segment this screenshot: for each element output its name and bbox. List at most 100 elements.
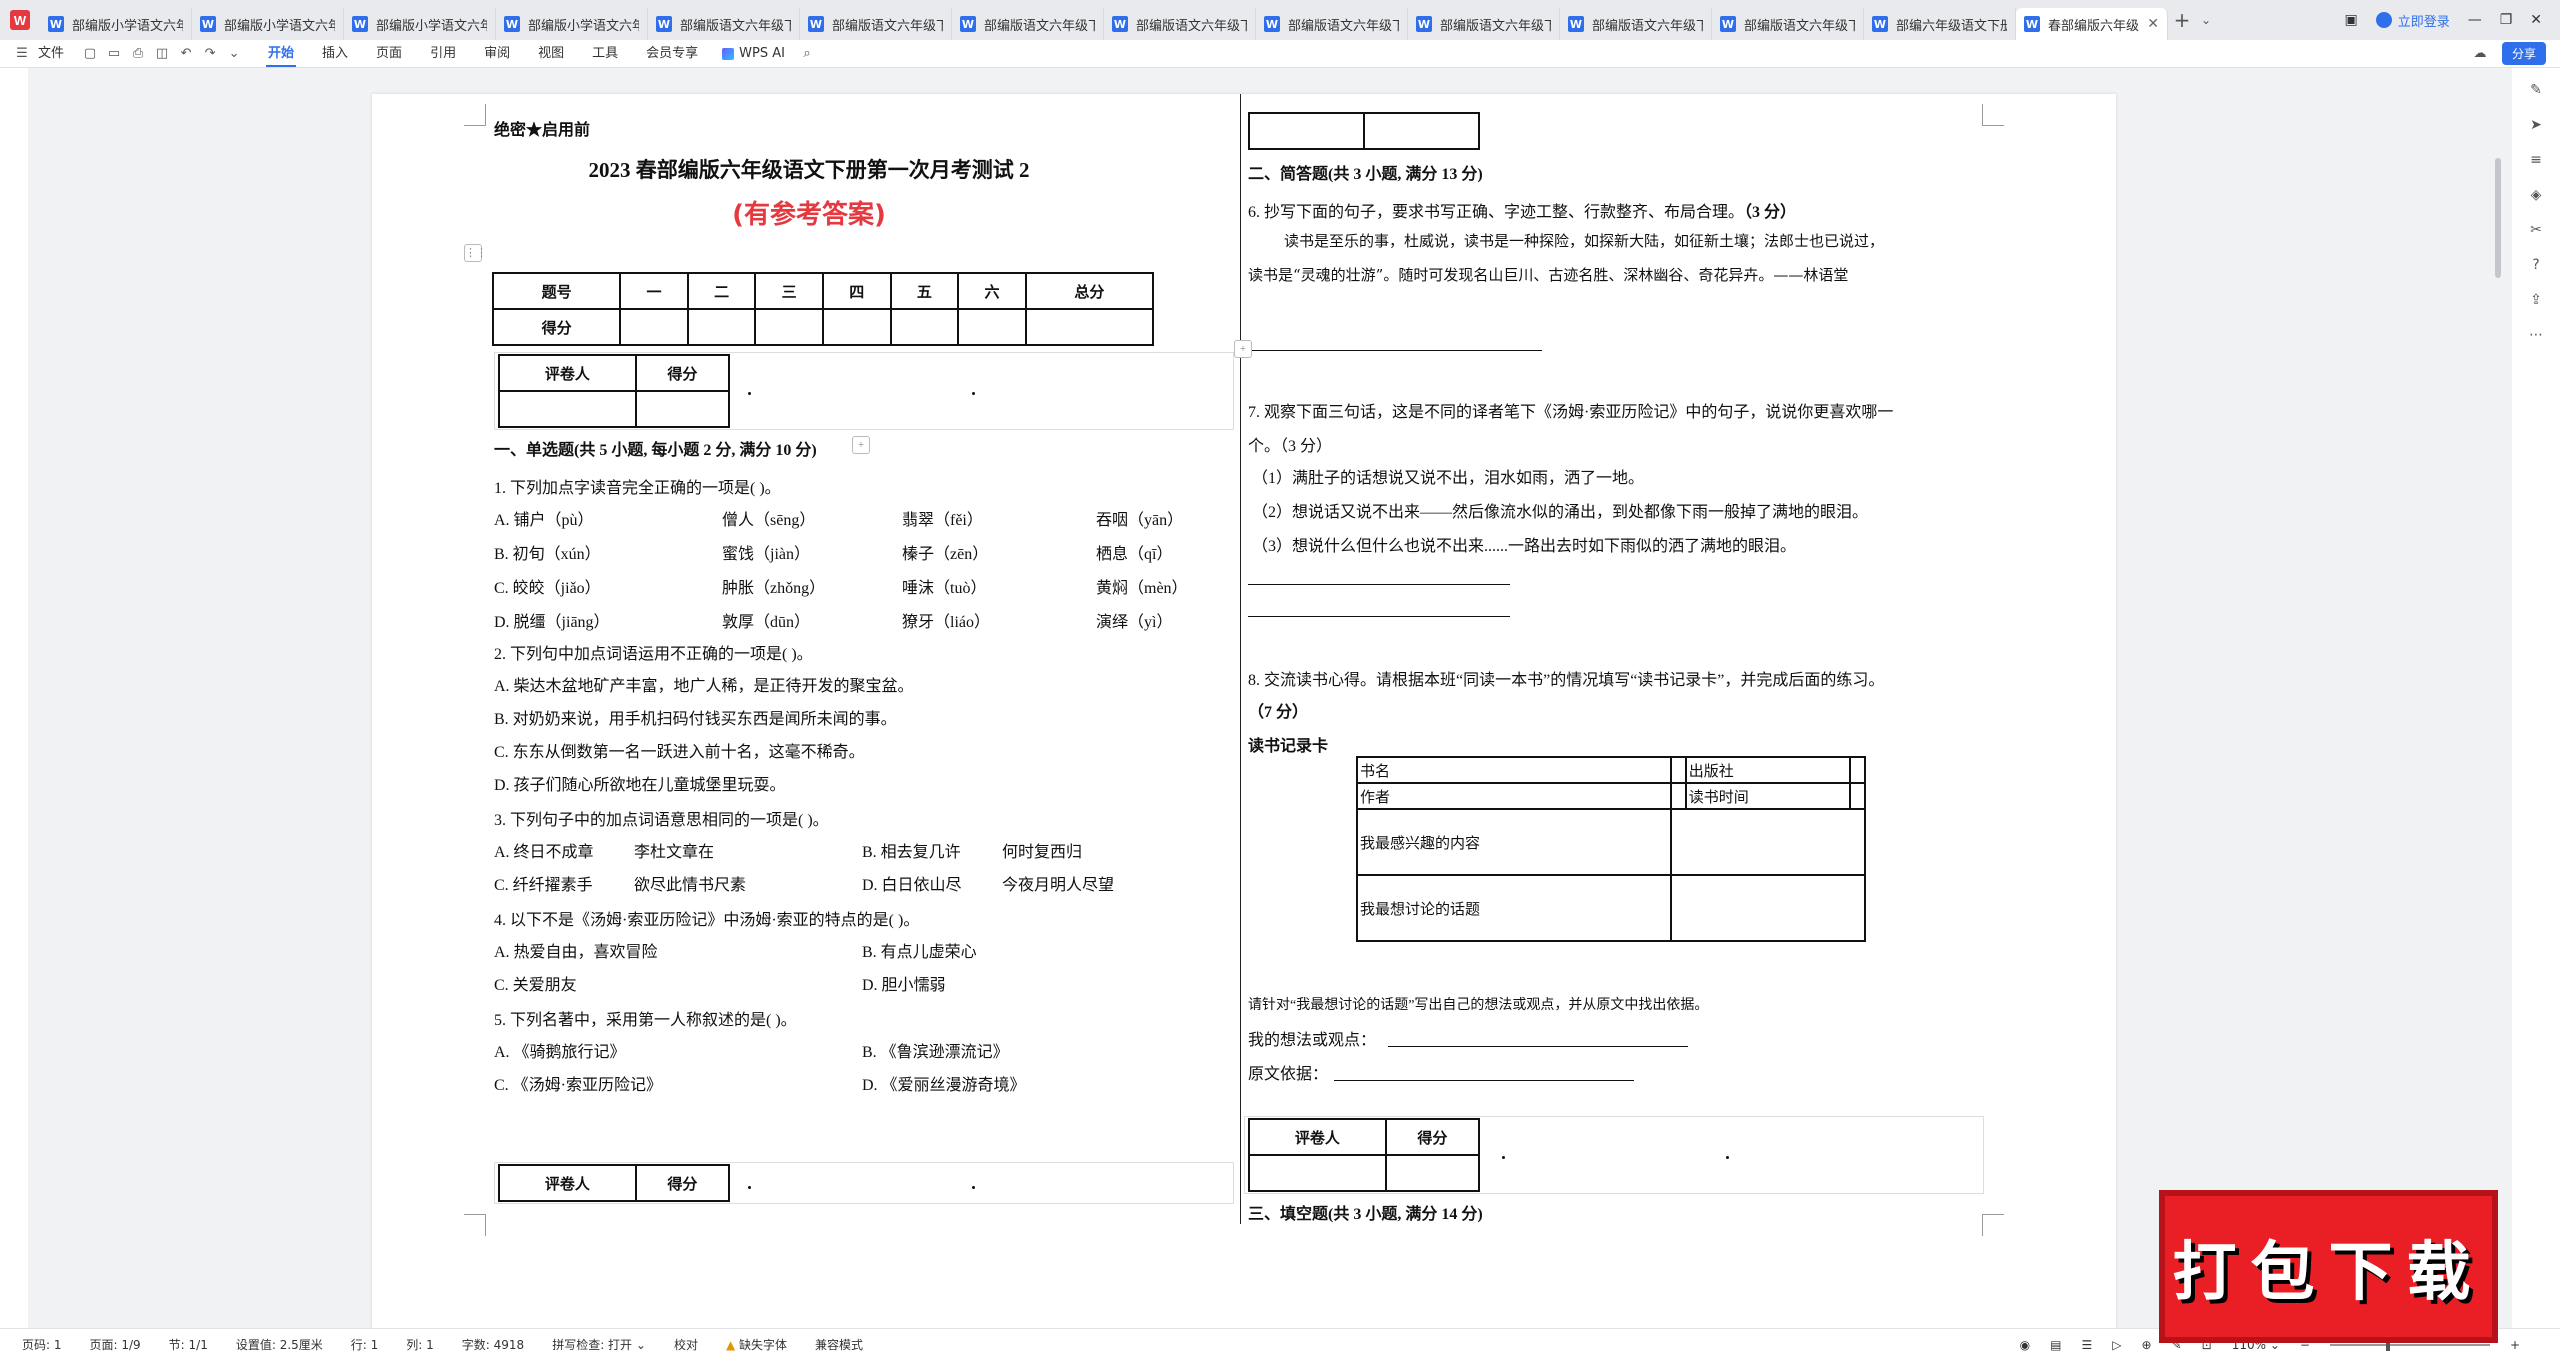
status-proof[interactable]: 校对 [674, 1336, 698, 1353]
wps-logo[interactable]: W [0, 0, 40, 40]
status-words[interactable]: 字数: 4918 [462, 1336, 524, 1353]
tools-icon[interactable]: ✂ [2528, 222, 2544, 238]
add-row-handle[interactable]: + [1234, 340, 1252, 358]
login-button[interactable]: 立即登录 [2375, 11, 2450, 30]
document-tab[interactable]: W 部编版小学语文六年级下册 [344, 8, 496, 40]
status-margin[interactable]: 设置值: 2.5厘米 [236, 1336, 323, 1353]
new-tab-button[interactable]: + [2168, 8, 2196, 32]
basis-answer-line[interactable] [1334, 1080, 1634, 1081]
redo-icon[interactable]: ↷ [202, 46, 218, 62]
status-section[interactable]: 节: 1/1 [169, 1336, 208, 1353]
play-icon[interactable]: ▷ [2112, 1338, 2121, 1352]
document-tab[interactable]: W 部编版语文六年级下册 [1104, 8, 1256, 40]
print-icon[interactable]: ⎙ [130, 46, 146, 62]
card-book-value[interactable] [1669, 756, 1687, 784]
card-discuss-value[interactable] [1669, 874, 1867, 942]
card-author-value[interactable] [1669, 782, 1687, 810]
document-tab[interactable]: W 春部编版六年级 ✕ [2016, 8, 2168, 40]
sliders-icon[interactable]: ≡ [2528, 152, 2544, 168]
vertical-scrollbar[interactable] [2492, 68, 2504, 1328]
document-tab[interactable]: W 部编版语文六年级下册 [1256, 8, 1408, 40]
share-button[interactable]: 分享 [2501, 42, 2546, 65]
menu-tab[interactable]: 插入 [308, 40, 362, 68]
wps-ai-button[interactable]: WPS AI [712, 46, 795, 61]
save-icon[interactable]: ▭ [106, 46, 122, 62]
add-row-handle[interactable]: + [852, 436, 870, 454]
format-icon[interactable]: ◈ [2528, 187, 2544, 203]
grader-cell[interactable] [498, 390, 637, 428]
document-tab[interactable]: W 部编版语文六年级下册 [648, 8, 800, 40]
document-tab[interactable]: W 部编版语文六年级下册 [1408, 8, 1560, 40]
answer-line[interactable] [1252, 350, 1542, 351]
card-interest-value[interactable] [1669, 808, 1867, 876]
menu-tab[interactable]: 工具 [578, 40, 632, 68]
document-tab[interactable]: W 部编版语文六年级下册 [1712, 8, 1864, 40]
score-cell[interactable] [1384, 1154, 1481, 1192]
score-cell[interactable] [1363, 112, 1480, 150]
download-banner[interactable]: 打包下载 [2159, 1190, 2498, 1343]
table-move-handle[interactable]: ⋮⋮ [464, 244, 487, 262]
menu-tab[interactable]: 页面 [362, 40, 416, 68]
undo-icon[interactable]: ↶ [178, 46, 194, 62]
status-spellcheck[interactable]: 拼写检查: 打开 ⌄ [552, 1336, 646, 1353]
menu-tab[interactable]: 会员专享 [632, 40, 712, 68]
outline-view-icon[interactable]: ☰ [2082, 1338, 2093, 1352]
question-5: 5. 下列名著中，采用第一人称叙述的是( )。 [494, 1012, 797, 1029]
score-cell[interactable] [686, 308, 757, 346]
answer-line[interactable] [1248, 584, 1510, 585]
zoom-slider[interactable] [2329, 1338, 2490, 1351]
pointer-icon[interactable]: ➤ [2528, 117, 2544, 133]
score-cell[interactable] [754, 308, 824, 346]
card-time-value[interactable] [1849, 782, 1866, 810]
document-tab[interactable]: W 部编六年级语文下册 [1864, 8, 2016, 40]
file-icon[interactable]: ▢ [82, 46, 98, 62]
window-layout-icon[interactable]: ▣ [2344, 12, 2357, 28]
score-cell[interactable] [619, 308, 689, 346]
zoom-in-icon[interactable]: + [2510, 1338, 2520, 1352]
grader-cell[interactable] [1248, 1154, 1387, 1192]
score-cell[interactable] [889, 308, 960, 346]
answer-line[interactable] [1248, 616, 1510, 617]
restore-icon[interactable]: ❐ [2500, 12, 2513, 28]
minimize-icon[interactable]: — [2468, 12, 2482, 28]
document-page[interactable]: 绝密★启用前 2023 春部编版六年级语文下册第一次月考测试 2 (有参考答案)… [372, 94, 2116, 1328]
document-tab[interactable]: W 部编版语文六年级下册 [952, 8, 1104, 40]
tab-list-chevron-icon[interactable]: ⌄ [2196, 13, 2216, 27]
status-page[interactable]: 页码: 1 [22, 1336, 62, 1353]
close-window-icon[interactable]: ✕ [2530, 12, 2542, 28]
more-icon[interactable]: ⋯ [2528, 327, 2544, 343]
help-icon[interactable]: ? [2528, 257, 2544, 273]
preview-icon[interactable]: ◫ [154, 46, 170, 62]
chevron-down-icon[interactable]: ⌄ [226, 46, 242, 62]
search-icon[interactable]: ⌕ [799, 46, 815, 62]
score-cell[interactable] [957, 308, 1027, 346]
menu-file[interactable]: 文件 [34, 40, 78, 68]
document-tab[interactable]: W 部编版小学语文六年级下册 [496, 8, 648, 40]
eye-icon[interactable]: ◉ [2020, 1338, 2030, 1352]
document-tab[interactable]: W 部编版语文六年级下册 [1560, 8, 1712, 40]
close-tab-icon[interactable]: ✕ [2147, 16, 2159, 32]
pen-icon[interactable]: ✎ [2528, 82, 2544, 98]
cloud-icon[interactable]: ☁ [2472, 46, 2488, 62]
document-tab[interactable]: W 部编版小学语文六年级下册 [192, 8, 344, 40]
scroll-thumb[interactable] [2495, 158, 2501, 278]
share-doc-icon[interactable]: ⇪ [2528, 292, 2544, 308]
document-tab[interactable]: W 部编版小学语文六年级下册 [40, 8, 192, 40]
status-missing-font[interactable]: ▲ 缺失字体 [726, 1336, 787, 1353]
document-tab[interactable]: W 部编版语文六年级下册 [800, 8, 952, 40]
status-pages[interactable]: 页面: 1/9 [90, 1336, 141, 1353]
card-publisher-value[interactable] [1849, 756, 1866, 784]
score-cell[interactable] [1024, 308, 1155, 346]
tab-title: 部编版小学语文六年级下册 [528, 18, 639, 34]
grader-cell[interactable] [1248, 112, 1365, 150]
view-answer-line[interactable] [1388, 1046, 1688, 1047]
page-view-icon[interactable]: ▤ [2050, 1338, 2061, 1352]
web-view-icon[interactable]: ⊕ [2142, 1338, 2152, 1352]
score-cell[interactable] [634, 390, 731, 428]
menu-tab[interactable]: 引用 [416, 40, 470, 68]
menu-tab[interactable]: 开始 [254, 40, 308, 68]
menu-tab[interactable]: 审阅 [470, 40, 524, 68]
score-cell[interactable] [821, 308, 892, 346]
menu-tab[interactable]: 视图 [524, 40, 578, 68]
hamburger-icon[interactable]: ☰ [14, 46, 30, 62]
